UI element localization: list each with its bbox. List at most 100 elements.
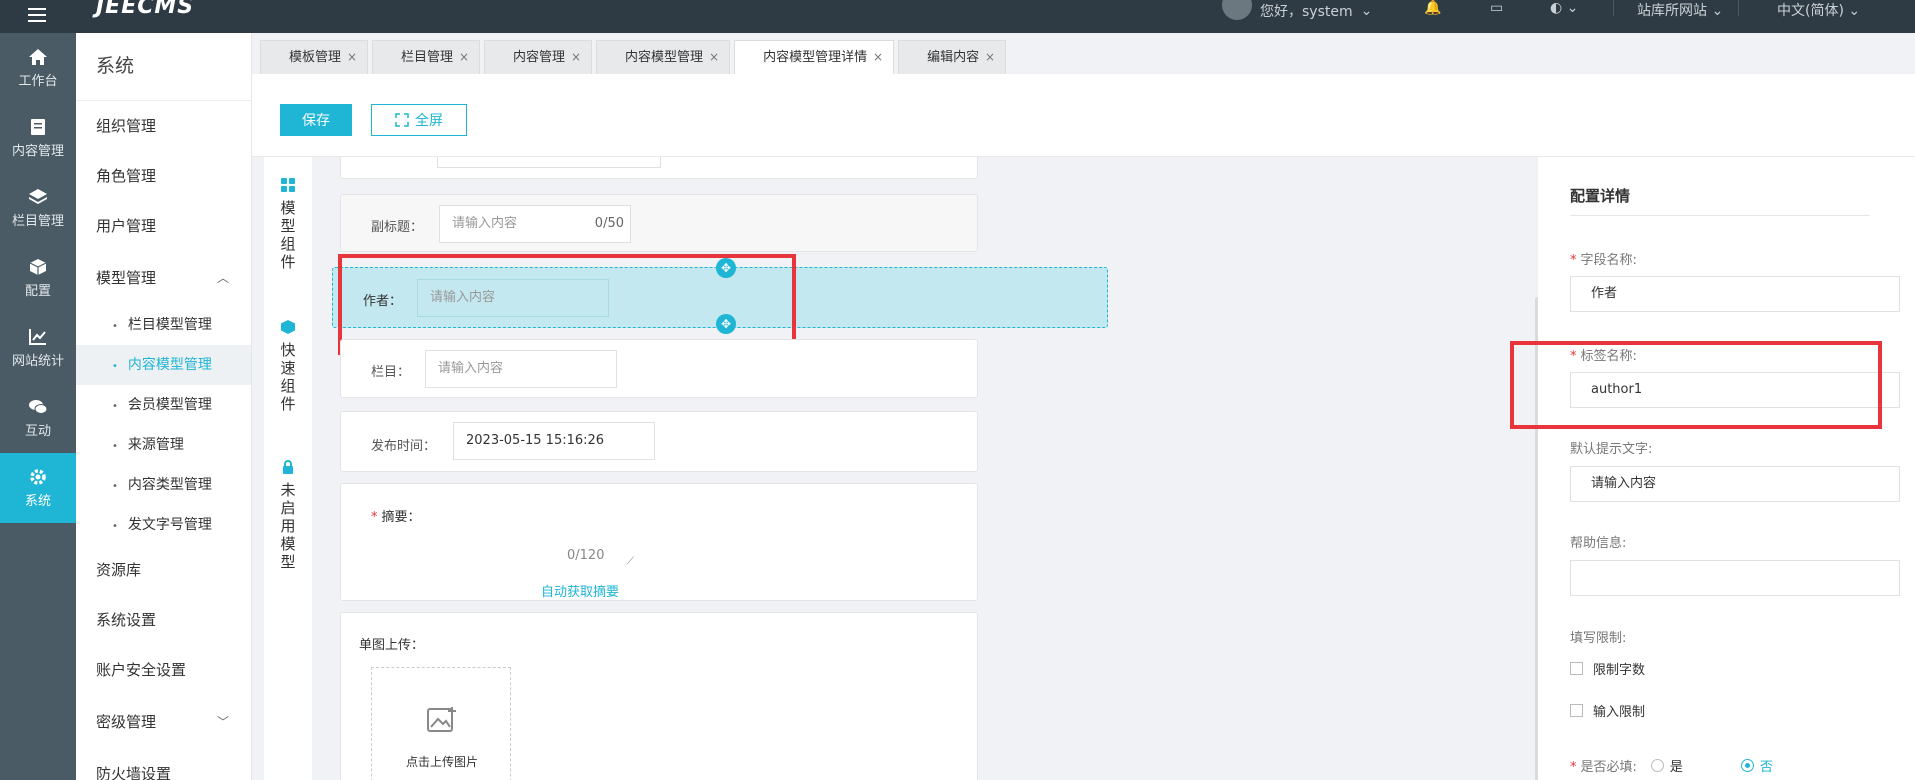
layers-icon <box>29 188 47 204</box>
model-components[interactable]: 模型组件 <box>264 177 312 271</box>
toolbar: 保存 全屏 <box>252 74 1915 157</box>
upload-dropzone[interactable]: 点击上传图片 <box>371 667 511 780</box>
menu-firewall[interactable]: 防火墙设置 <box>76 749 251 780</box>
tag-name-label: * 标签名称: <box>1570 349 1637 364</box>
title-field-card[interactable] <box>340 157 978 179</box>
author-label: 作者： <box>363 294 403 309</box>
app-logo: JEECMS <box>96 0 195 19</box>
menu-source[interactable]: 来源管理 <box>76 425 251 465</box>
close-icon[interactable]: × <box>985 41 995 74</box>
menu-resource[interactable]: 资源库 <box>76 545 251 595</box>
resize-handle-icon[interactable]: ⟋ <box>627 556 634 567</box>
nav-workbench[interactable]: 工作台 <box>0 33 76 103</box>
required-yes-radio[interactable]: 是 <box>1650 756 1683 775</box>
menu-content-type[interactable]: 内容类型管理 <box>76 465 251 505</box>
menu-model[interactable]: 模型管理 ︿ <box>76 251 251 305</box>
tab-content[interactable]: 内容管理 × <box>484 40 593 74</box>
close-icon[interactable]: × <box>459 41 469 74</box>
publish-time-card[interactable]: 发布时间： 2023-05-15 15:16:26 <box>340 411 978 472</box>
tab-bar: 模板管理 × 栏目管理 × 内容管理 × 内容模型管理 × 内容模型管理详情 × 编辑内容… <box>260 40 1007 74</box>
model-canvas: 模型组件 快速组件 未启用模型 副标题： 请输入内容 0/50 作者： 请输入内… <box>252 157 1538 780</box>
image-upload-card[interactable]: 单图上传： 点击上传图片 <box>340 612 978 780</box>
menu-secret[interactable]: 密级管理 ﹀ <box>76 695 251 749</box>
cube-icon <box>281 320 295 334</box>
close-icon[interactable]: × <box>571 41 581 74</box>
close-icon[interactable]: × <box>709 41 719 74</box>
system-submenu: 系统 组织管理 角色管理 用户管理 模型管理︿ 栏目模型管理 内容模型管理 会员… <box>76 33 252 780</box>
monitor-icon[interactable]: ▭ <box>1490 0 1503 16</box>
auto-summary-link[interactable]: 自动获取摘要 <box>541 581 619 600</box>
menu-account-security[interactable]: 账户安全设置 <box>76 645 251 695</box>
menu-role[interactable]: 角色管理 <box>76 151 251 201</box>
menu-member-model[interactable]: 会员模型管理 <box>76 385 251 425</box>
tag-name-input[interactable]: author1 <box>1570 372 1900 408</box>
fullscreen-button[interactable]: 全屏 <box>371 104 467 136</box>
drag-handle-top[interactable]: ✥ <box>716 258 736 278</box>
palette-icon[interactable]: ◐ ⌄ <box>1550 0 1578 16</box>
close-icon[interactable]: × <box>347 41 357 74</box>
upload-hint: 点击上传图片 <box>405 755 478 769</box>
summary-field-card[interactable]: * 摘要： 0/120 ⟋ 自动获取摘要 <box>340 483 978 601</box>
default-hint-label: 默认提示文字: <box>1570 442 1653 457</box>
nav-content[interactable]: 内容管理 <box>0 103 76 173</box>
tab-content-model[interactable]: 内容模型管理 × <box>596 40 731 74</box>
publish-time-input[interactable]: 2023-05-15 15:16:26 <box>453 422 655 460</box>
help-input[interactable] <box>1570 560 1900 596</box>
tab-content-model-detail[interactable]: 内容模型管理详情 × <box>734 40 895 74</box>
greeting-text: 您好，system <box>1260 4 1353 20</box>
nav-config[interactable]: 配置 <box>0 243 76 313</box>
subtitle-input[interactable]: 请输入内容 0/50 <box>439 205 631 243</box>
save-button[interactable]: 保存 <box>280 104 352 136</box>
quick-components[interactable]: 快速组件 <box>264 319 312 413</box>
menu-toggle-icon[interactable] <box>28 8 46 22</box>
tab-column[interactable]: 栏目管理 × <box>372 40 481 74</box>
panel-title: 配置详情 <box>1570 187 1631 205</box>
menu-settings[interactable]: 系统设置 <box>76 595 251 645</box>
site-selector[interactable]: 站库所网站 ⌄ <box>1637 0 1723 20</box>
lock-icon <box>283 460 293 474</box>
limit-input-checkbox[interactable]: 输入限制 <box>1570 701 1645 720</box>
column-field-card[interactable]: 栏目： 请输入内容 <box>340 339 978 398</box>
document-icon <box>31 118 45 135</box>
required-row: * 是否必填: 是 否 <box>1570 756 1773 775</box>
menu-org[interactable]: 组织管理 <box>76 101 251 151</box>
subtitle-label: 副标题： <box>371 220 424 235</box>
main-nav: 工作台 内容管理 栏目管理 配置 网站统计 互动 系统 <box>0 33 76 780</box>
author-input[interactable]: 请输入内容 <box>417 279 609 317</box>
cube-icon <box>29 258 47 275</box>
nav-interaction[interactable]: 互动 <box>0 383 76 453</box>
column-label: 栏目： <box>371 365 411 380</box>
close-icon[interactable]: × <box>873 41 883 74</box>
default-hint-input[interactable]: 请输入内容 <box>1570 466 1900 502</box>
tab-edit-content[interactable]: 编辑内容 × <box>898 40 1007 74</box>
field-name-input[interactable]: 作者 <box>1570 276 1900 312</box>
tab-template[interactable]: 模板管理 × <box>260 40 369 74</box>
drag-handle-bottom[interactable]: ✥ <box>716 314 736 334</box>
grid-icon <box>281 178 295 192</box>
menu-content-model[interactable]: 内容模型管理 <box>76 345 251 385</box>
disabled-models[interactable]: 未启用模型 <box>264 459 312 571</box>
menu-doc-number[interactable]: 发文字号管理 <box>76 505 251 545</box>
config-panel: 配置详情 * 字段名称: 作者 * 标签名称: author1 默认提示文字: 请输… <box>1510 157 1915 780</box>
avatar <box>1222 0 1252 20</box>
title-input[interactable] <box>437 157 661 168</box>
subtitle-counter: 0/50 <box>594 216 624 231</box>
menu-user[interactable]: 用户管理 <box>76 201 251 251</box>
chevron-down-icon: ﹀ <box>216 715 229 729</box>
user-menu[interactable]: 您好，system ⌄ <box>1222 0 1372 22</box>
required-no-radio[interactable]: 否 <box>1740 756 1773 775</box>
limit-label: 填写限制: <box>1570 631 1627 646</box>
image-add-icon <box>427 707 456 732</box>
limit-chars-checkbox[interactable]: 限制字数 <box>1570 659 1645 678</box>
home-icon <box>29 48 47 65</box>
language-selector[interactable]: 中文(简体) ⌄ <box>1777 0 1860 20</box>
menu-column-model[interactable]: 栏目模型管理 <box>76 305 251 345</box>
column-input[interactable]: 请输入内容 <box>425 350 617 388</box>
nav-column[interactable]: 栏目管理 <box>0 173 76 243</box>
bell-icon[interactable]: 🔔 <box>1424 0 1441 16</box>
top-bar: JEECMS 您好，system ⌄ 🔔 ▭ ◐ ⌄ 站库所网站 ⌄ 中文(简体… <box>0 0 1915 33</box>
component-palette: 模型组件 快速组件 未启用模型 <box>264 157 312 780</box>
nav-stats[interactable]: 网站统计 <box>0 313 76 383</box>
nav-system[interactable]: 系统 <box>0 453 76 523</box>
subtitle-field-card[interactable]: 副标题： 请输入内容 0/50 <box>340 194 978 252</box>
